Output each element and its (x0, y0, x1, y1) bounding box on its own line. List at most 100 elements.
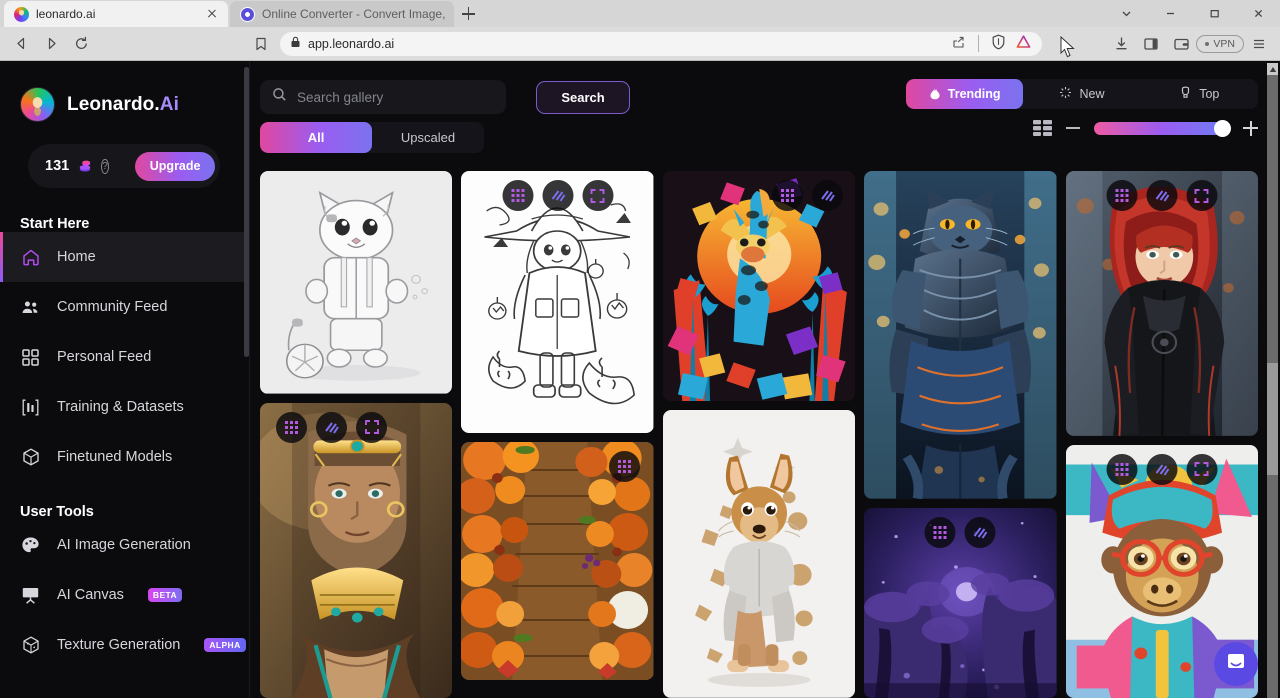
status-badge: BETA (148, 588, 182, 602)
upgrade-button[interactable]: Upgrade (135, 152, 216, 181)
training-icon (20, 397, 41, 418)
card-hover-actions (1106, 454, 1217, 485)
share-icon[interactable] (951, 35, 966, 53)
tab-upscaled[interactable]: Upscaled (372, 122, 484, 153)
sidebar-item-label: Training & Datasets (57, 399, 184, 415)
zoom-in-button[interactable] (1243, 121, 1258, 136)
page-scrollbar[interactable] (1267, 63, 1278, 698)
gallery-card[interactable] (260, 171, 452, 394)
pixel-grid-icon[interactable] (609, 451, 640, 482)
gallery-card[interactable] (663, 171, 855, 401)
lock-icon (290, 36, 301, 51)
tab-new[interactable]: New (1023, 79, 1140, 109)
gallery-card[interactable] (864, 508, 1056, 698)
leonardo-logo (20, 87, 55, 122)
zoom-slider[interactable] (1094, 122, 1229, 135)
hamburger-menu-icon[interactable] (1244, 29, 1274, 59)
bookmark-icon[interactable] (246, 29, 276, 59)
sort-label: Top (1199, 87, 1219, 101)
credit-amount: 131 (45, 158, 69, 174)
browser-tab-active[interactable]: leonardo.ai (4, 1, 228, 27)
tab-title: leonardo.ai (36, 7, 197, 21)
forward-arrow-icon[interactable] (36, 29, 66, 59)
diagonal-lines-icon[interactable] (812, 180, 843, 211)
diagonal-lines-icon[interactable] (1146, 180, 1177, 211)
pixel-grid-icon[interactable] (1106, 180, 1137, 211)
gallery-card[interactable] (864, 171, 1056, 499)
sidebar-panel-icon[interactable] (1136, 29, 1166, 59)
vpn-status-dot (1205, 42, 1209, 46)
gallery-filter-tabs: All Upscaled (260, 122, 484, 153)
sidebar-item-home[interactable]: Home (0, 232, 250, 282)
sidebar-item-label: Personal Feed (57, 349, 151, 365)
brave-wallet-icon[interactable] (1166, 29, 1196, 59)
coins-icon (77, 158, 93, 174)
gallery-column (461, 171, 653, 698)
diagonal-lines-icon[interactable] (542, 180, 573, 211)
pixel-grid-icon[interactable] (502, 180, 533, 211)
diagonal-lines-icon[interactable] (965, 517, 996, 548)
sidebar-item-label: AI Canvas (57, 587, 124, 603)
expand-corners-icon[interactable] (1186, 454, 1217, 485)
expand-corners-icon[interactable] (356, 412, 387, 443)
tab-trending[interactable]: Trending (906, 79, 1023, 109)
sidebar-item-training-datasets[interactable]: Training & Datasets (0, 382, 250, 432)
zoom-out-button[interactable] (1066, 127, 1080, 129)
sidebar-item-finetuned-models[interactable]: Finetuned Models (0, 432, 250, 482)
gallery-card[interactable] (260, 403, 452, 698)
sidebar-item-ai-canvas[interactable]: AI Canvas BETA (0, 570, 250, 620)
expand-corners-icon[interactable] (1186, 180, 1217, 211)
gallery-zoom-controls (906, 120, 1258, 136)
gallery-card[interactable] (461, 171, 653, 433)
close-icon[interactable] (204, 6, 220, 22)
scrollbar-thumb[interactable] (1267, 363, 1278, 475)
layout-grid-icon[interactable] (1033, 120, 1052, 136)
brave-leo-icon[interactable] (1015, 34, 1032, 53)
gallery-card[interactable] (663, 410, 855, 698)
tab-top[interactable]: Top (1141, 79, 1258, 109)
back-arrow-icon[interactable] (6, 29, 36, 59)
url-text: app.leonardo.ai (308, 37, 944, 51)
chevron-down-icon[interactable] (1104, 0, 1148, 27)
pixel-grid-icon[interactable] (925, 517, 956, 548)
status-badge: ALPHA (204, 638, 245, 652)
brand-logo-row[interactable]: Leonardo.Ai (0, 71, 250, 122)
sidebar-item-personal-feed[interactable]: Personal Feed (0, 332, 250, 382)
browser-tab-inactive[interactable]: Online Converter - Convert Image, Vid (230, 1, 454, 27)
search-button[interactable]: Search (536, 81, 630, 114)
new-tab-button[interactable] (454, 1, 482, 27)
tab-all[interactable]: All (260, 122, 372, 153)
vpn-button[interactable]: VPN (1196, 29, 1244, 59)
card-hover-actions (925, 517, 996, 548)
vpn-label: VPN (1213, 38, 1235, 50)
gallery-main: Search All Upscaled Trending (250, 61, 1280, 698)
sidebar-item-ai-image-generation[interactable]: AI Image Generation (0, 520, 250, 570)
generated-image (260, 171, 452, 394)
card-hover-actions (772, 180, 843, 211)
minimize-icon[interactable] (1148, 0, 1192, 27)
brave-shields-icon[interactable] (991, 34, 1006, 53)
download-icon[interactable] (1106, 29, 1136, 59)
reload-icon[interactable] (66, 29, 96, 59)
diagonal-lines-icon[interactable] (1146, 454, 1177, 485)
divider (978, 35, 979, 52)
maximize-icon[interactable] (1192, 0, 1236, 27)
community-icon (20, 297, 41, 318)
scroll-up-button[interactable] (1267, 63, 1278, 75)
pixel-grid-icon[interactable] (1106, 454, 1137, 485)
intercom-launcher[interactable] (1214, 642, 1258, 686)
search-input-wrapper[interactable] (260, 80, 506, 114)
diagonal-lines-icon[interactable] (316, 412, 347, 443)
sidebar-item-community-feed[interactable]: Community Feed (0, 282, 250, 332)
search-input[interactable] (297, 90, 494, 105)
zoom-slider-knob[interactable] (1214, 120, 1231, 137)
gallery-card[interactable] (1066, 171, 1258, 436)
sidebar-item-texture-generation[interactable]: Texture Generation ALPHA (0, 620, 250, 670)
expand-corners-icon[interactable] (582, 180, 613, 211)
gallery-card[interactable] (461, 442, 653, 680)
address-bar[interactable]: app.leonardo.ai (280, 32, 1042, 56)
question-mark-icon[interactable]: ? (101, 159, 109, 174)
pixel-grid-icon[interactable] (276, 412, 307, 443)
pixel-grid-icon[interactable] (772, 180, 803, 211)
close-icon[interactable] (1236, 0, 1280, 27)
